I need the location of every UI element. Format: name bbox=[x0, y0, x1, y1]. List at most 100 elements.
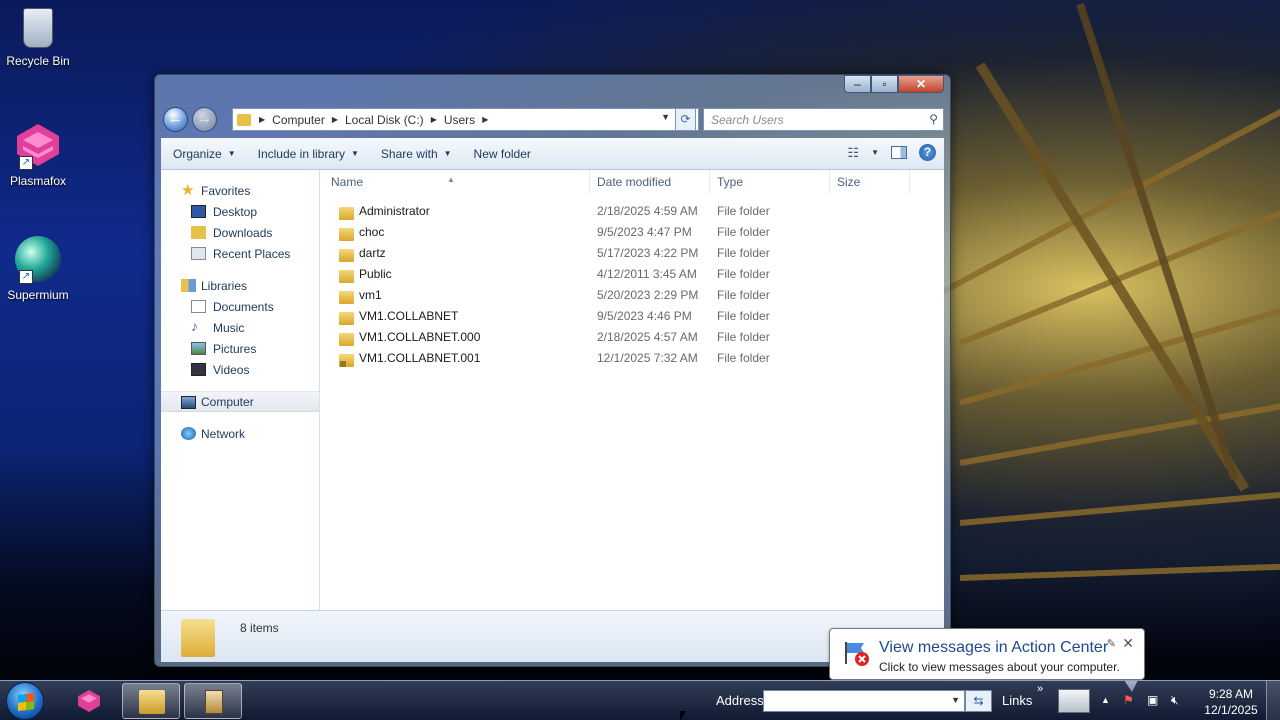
address-bar[interactable]: ▶ Computer ▶ Local Disk (C:) ▶ Users ▶ ▼ bbox=[232, 108, 699, 131]
file-row[interactable]: Public 4/12/2011 3:45 AM File folder bbox=[320, 263, 944, 284]
desktop-icon bbox=[191, 205, 206, 218]
forward-button[interactable]: → bbox=[192, 107, 217, 132]
chevron-down-icon[interactable]: ▼ bbox=[951, 695, 960, 705]
search-placeholder: Search Users bbox=[711, 113, 784, 127]
clock-time: 9:28 AM bbox=[1208, 687, 1254, 701]
folder-icon bbox=[339, 311, 354, 325]
file-row[interactable]: choc 9/5/2023 4:47 PM File folder bbox=[320, 221, 944, 242]
search-input[interactable]: Search Users ⚲ bbox=[703, 108, 944, 131]
taskbar-app[interactable] bbox=[184, 683, 242, 719]
new-folder-button[interactable]: New folder bbox=[463, 147, 542, 161]
back-button[interactable]: ← bbox=[163, 107, 188, 132]
help-icon[interactable]: ? bbox=[919, 144, 936, 161]
caption-buttons: – ▫ ✕ bbox=[844, 75, 944, 93]
nav-libraries[interactable]: Libraries bbox=[161, 275, 319, 296]
nav-network[interactable]: Network bbox=[161, 423, 319, 444]
nav-music[interactable]: ♪ Music bbox=[161, 317, 319, 338]
column-header-type[interactable]: Type bbox=[710, 170, 830, 193]
address-dropdown-icon[interactable]: ▼ bbox=[661, 112, 670, 122]
computer-icon bbox=[181, 396, 196, 409]
navigation-pane: ★ Favorites Desktop Downloads Recent Plac… bbox=[161, 170, 320, 610]
file-row[interactable]: dartz 5/17/2023 4:22 PM File folder bbox=[320, 242, 944, 263]
folder-icon bbox=[339, 290, 354, 304]
notification-message[interactable]: Click to view messages about your comput… bbox=[879, 660, 1120, 674]
desktop-icon-supermium[interactable]: ↗ Supermium bbox=[0, 236, 76, 302]
desktop-icon-plasmafox[interactable]: ↗ Plasmafox bbox=[0, 122, 76, 188]
links-toolbar-label[interactable]: Links bbox=[1002, 693, 1032, 708]
nav-recent-places[interactable]: Recent Places bbox=[161, 243, 319, 264]
go-button[interactable]: ⇆ bbox=[965, 690, 992, 712]
preview-pane-icon[interactable] bbox=[891, 146, 907, 159]
close-button[interactable]: ✕ bbox=[898, 75, 944, 93]
notification-title[interactable]: View messages in Action Center bbox=[879, 639, 1108, 657]
recent-places-icon bbox=[191, 247, 206, 260]
search-icon[interactable]: ⚲ bbox=[929, 112, 938, 126]
chevron-down-icon: ▼ bbox=[443, 149, 452, 158]
action-center-tray-icon[interactable]: ⚑ bbox=[1123, 693, 1134, 707]
network-icon bbox=[181, 427, 196, 440]
locked-folder-icon bbox=[339, 353, 354, 367]
column-header-name[interactable]: ▲ Name bbox=[320, 170, 590, 193]
breadcrumb-separator-icon[interactable]: ▶ bbox=[330, 115, 340, 124]
column-headers: ▲ Name Date modified Type Size bbox=[320, 170, 944, 194]
share-with-button[interactable]: Share with ▼ bbox=[370, 147, 463, 161]
nav-favorites[interactable]: ★ Favorites bbox=[161, 180, 319, 201]
maximize-button[interactable]: ▫ bbox=[871, 75, 898, 93]
navigation-bar: ← → ▶ Computer ▶ Local Disk (C:) ▶ Users… bbox=[163, 106, 944, 134]
network-tray-icon[interactable]: ▣ bbox=[1147, 693, 1158, 707]
folder-icon bbox=[339, 269, 354, 283]
view-options-icon[interactable]: ☷ bbox=[847, 145, 859, 161]
show-hidden-icons-icon[interactable]: ▲ bbox=[1101, 695, 1110, 705]
shortcut-arrow-icon: ↗ bbox=[19, 270, 33, 284]
shortcut-arrow-icon: ↗ bbox=[19, 156, 33, 170]
nav-desktop[interactable]: Desktop bbox=[161, 201, 319, 222]
breadcrumb-separator-icon[interactable]: ▶ bbox=[480, 115, 490, 124]
address-toolbar-input[interactable]: ▼ bbox=[763, 690, 965, 712]
minimize-button[interactable]: – bbox=[844, 75, 871, 93]
chevron-down-icon[interactable]: ▼ bbox=[871, 148, 879, 157]
breadcrumb-users[interactable]: Users bbox=[439, 113, 480, 127]
organize-button[interactable]: Organize ▼ bbox=[161, 147, 247, 161]
sort-ascending-icon: ▲ bbox=[447, 175, 455, 184]
file-row[interactable]: VM1.COLLABNET.001 12/1/2025 7:32 AM File f… bbox=[320, 347, 944, 368]
breadcrumb-computer[interactable]: Computer bbox=[267, 113, 330, 127]
close-icon[interactable]: ✕ bbox=[1122, 635, 1134, 652]
file-row[interactable]: VM1.COLLABNET 9/5/2023 4:46 PM File folder bbox=[320, 305, 944, 326]
include-in-library-button[interactable]: Include in library ▼ bbox=[247, 147, 370, 161]
details-pane: 8 items bbox=[161, 610, 944, 662]
item-count: 8 items bbox=[240, 621, 279, 635]
nav-computer[interactable]: Computer bbox=[161, 391, 319, 412]
taskbar-plasmafox[interactable] bbox=[60, 683, 118, 719]
tablet-input-icon[interactable] bbox=[1058, 689, 1090, 713]
options-icon[interactable]: ✎ bbox=[1107, 637, 1116, 650]
documents-icon bbox=[191, 300, 206, 313]
nav-downloads[interactable]: Downloads bbox=[161, 222, 319, 243]
volume-muted-icon[interactable]: 🔇︎ bbox=[1171, 693, 1179, 708]
nav-videos[interactable]: Videos bbox=[161, 359, 319, 380]
system-clock[interactable]: 9:28 AM 12/1/2025 bbox=[1198, 686, 1264, 718]
folder-icon bbox=[339, 332, 354, 346]
breadcrumb-separator-icon: ▶ bbox=[259, 115, 266, 124]
taskbar-explorer[interactable] bbox=[122, 683, 180, 719]
action-center-flag-icon bbox=[842, 639, 870, 667]
toolbar-overflow-icon[interactable]: » bbox=[1037, 683, 1043, 695]
show-desktop-button[interactable] bbox=[1266, 681, 1280, 720]
refresh-button[interactable]: ⟳ bbox=[675, 108, 696, 131]
videos-icon bbox=[191, 363, 206, 376]
desktop-icon-recycle-bin[interactable]: Recycle Bin bbox=[0, 8, 76, 68]
column-header-size[interactable]: Size bbox=[830, 170, 910, 193]
column-header-date[interactable]: Date modified bbox=[590, 170, 710, 193]
nav-documents[interactable]: Documents bbox=[161, 296, 319, 317]
action-center-notification[interactable]: View messages in Action Center Click to … bbox=[829, 628, 1145, 692]
downloads-icon bbox=[191, 226, 206, 239]
breadcrumb-local-disk[interactable]: Local Disk (C:) bbox=[340, 113, 429, 127]
breadcrumb-separator-icon[interactable]: ▶ bbox=[429, 115, 439, 124]
folder-icon bbox=[339, 227, 354, 241]
app-icon bbox=[205, 690, 223, 714]
start-button[interactable] bbox=[6, 682, 44, 720]
file-row[interactable]: vm1 5/20/2023 2:29 PM File folder bbox=[320, 284, 944, 305]
file-row[interactable]: Administrator 2/18/2025 4:59 AM File folde… bbox=[320, 200, 944, 221]
file-row[interactable]: VM1.COLLABNET.000 2/18/2025 4:57 AM File f… bbox=[320, 326, 944, 347]
desktop-icon-label: Supermium bbox=[7, 288, 69, 302]
nav-pictures[interactable]: Pictures bbox=[161, 338, 319, 359]
